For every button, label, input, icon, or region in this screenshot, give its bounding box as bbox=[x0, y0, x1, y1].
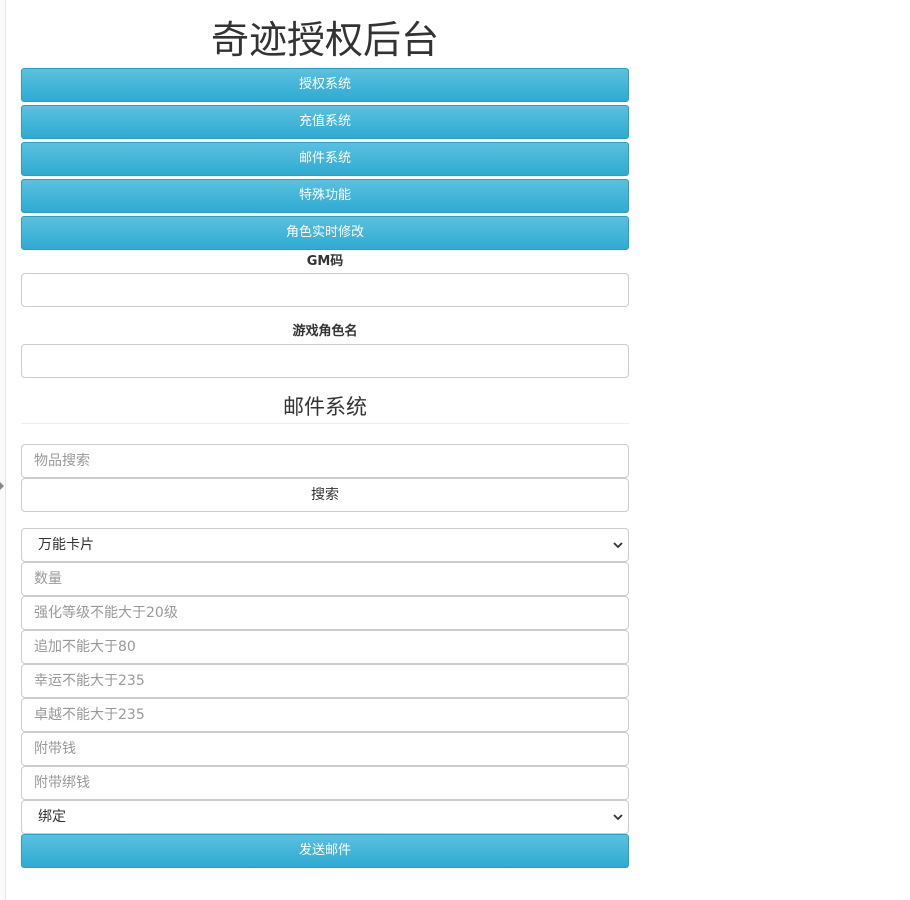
attached-money-input[interactable] bbox=[21, 732, 629, 766]
enhance-level-input[interactable] bbox=[21, 596, 629, 630]
chevron-down-icon bbox=[613, 814, 623, 821]
excellent-input[interactable] bbox=[21, 698, 629, 732]
additional-input[interactable] bbox=[21, 630, 629, 664]
gm-code-input[interactable] bbox=[21, 273, 629, 307]
caret-right-icon[interactable] bbox=[0, 482, 4, 490]
mail-section-title: 邮件系统 bbox=[21, 392, 629, 424]
sidebar-collapsed-rail[interactable] bbox=[0, 0, 6, 900]
main-container: 奇迹授权后台 授权系统 充值系统 邮件系统 特殊功能 角色实时修改 GM码 游戏… bbox=[21, 0, 629, 868]
attached-bound-money-input[interactable] bbox=[21, 766, 629, 800]
item-select-value: 万能卡片 bbox=[38, 537, 94, 553]
search-button[interactable]: 搜索 bbox=[21, 478, 629, 512]
luck-input[interactable] bbox=[21, 664, 629, 698]
nav-button-mail-system[interactable]: 邮件系统 bbox=[21, 142, 629, 176]
role-name-input[interactable] bbox=[21, 344, 629, 378]
gm-code-label: GM码 bbox=[306, 254, 344, 269]
role-name-label: 游戏角色名 bbox=[292, 324, 358, 339]
page: 奇迹授权后台 授权系统 充值系统 邮件系统 特殊功能 角色实时修改 GM码 游戏… bbox=[0, 0, 910, 900]
page-title: 奇迹授权后台 bbox=[210, 18, 439, 62]
chevron-down-icon bbox=[613, 542, 623, 549]
send-mail-button[interactable]: 发送邮件 bbox=[21, 834, 629, 868]
item-select[interactable]: 万能卡片 bbox=[21, 528, 629, 562]
nav-button-role-realtime-edit[interactable]: 角色实时修改 bbox=[21, 216, 629, 250]
item-search-input[interactable] bbox=[21, 444, 629, 478]
nav-button-recharge-system[interactable]: 充值系统 bbox=[21, 105, 629, 139]
bind-select-value: 绑定 bbox=[38, 809, 66, 825]
bind-select[interactable]: 绑定 bbox=[21, 800, 629, 834]
nav-button-auth-system[interactable]: 授权系统 bbox=[21, 68, 629, 102]
quantity-input[interactable] bbox=[21, 562, 629, 596]
nav-button-special-features[interactable]: 特殊功能 bbox=[21, 179, 629, 213]
